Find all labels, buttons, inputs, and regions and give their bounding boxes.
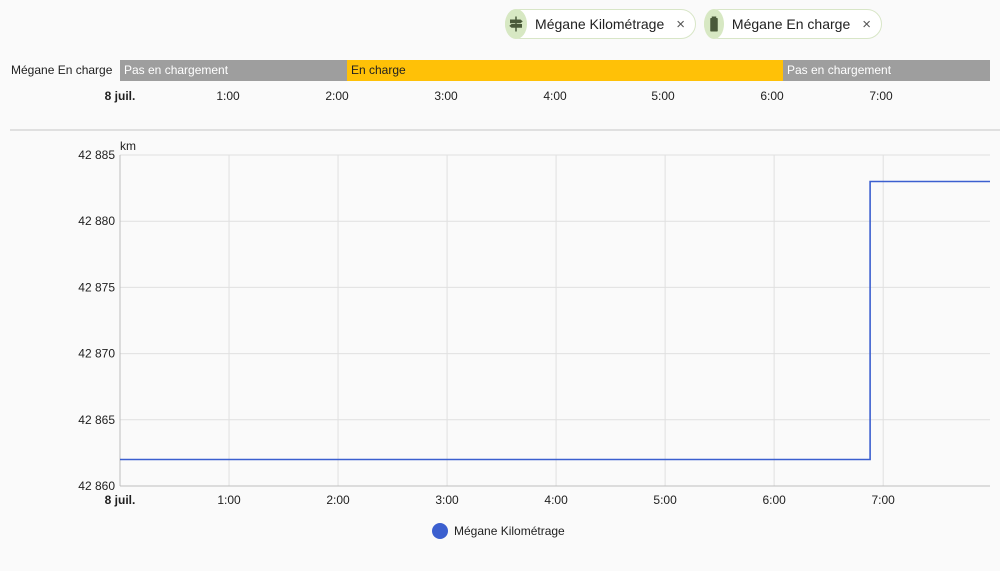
chart-legend[interactable]: Mégane Kilométrage bbox=[432, 523, 565, 539]
legend-swatch bbox=[432, 523, 448, 539]
y-tick-label: 42 875 bbox=[78, 280, 115, 294]
y-axis-label: km bbox=[120, 139, 136, 153]
x-tick-label: 7:00 bbox=[871, 493, 895, 507]
legend-label: Mégane Kilométrage bbox=[454, 524, 565, 538]
x-tick-label: 6:00 bbox=[762, 493, 786, 507]
x-tick-label: 2:00 bbox=[326, 493, 350, 507]
y-tick-label: 42 885 bbox=[78, 148, 115, 162]
y-tick-label: 42 880 bbox=[78, 214, 115, 228]
series-line-kilometrage bbox=[120, 180, 990, 461]
kilometrage-chart: 42 885 42 880 42 875 42 870 42 865 42 8608 ju… bbox=[78, 139, 990, 507]
x-tick-label: 1:00 bbox=[217, 493, 241, 507]
y-tick-label: 42 865 bbox=[78, 413, 115, 427]
y-tick-label: 42 860 bbox=[78, 479, 115, 493]
x-tick-label: 4:00 bbox=[544, 493, 568, 507]
x-tick-label: 3:00 bbox=[435, 493, 459, 507]
x-tick-label: 8 juil. bbox=[105, 493, 136, 507]
x-tick-label: 5:00 bbox=[653, 493, 677, 507]
y-tick-label: 42 870 bbox=[78, 347, 115, 361]
